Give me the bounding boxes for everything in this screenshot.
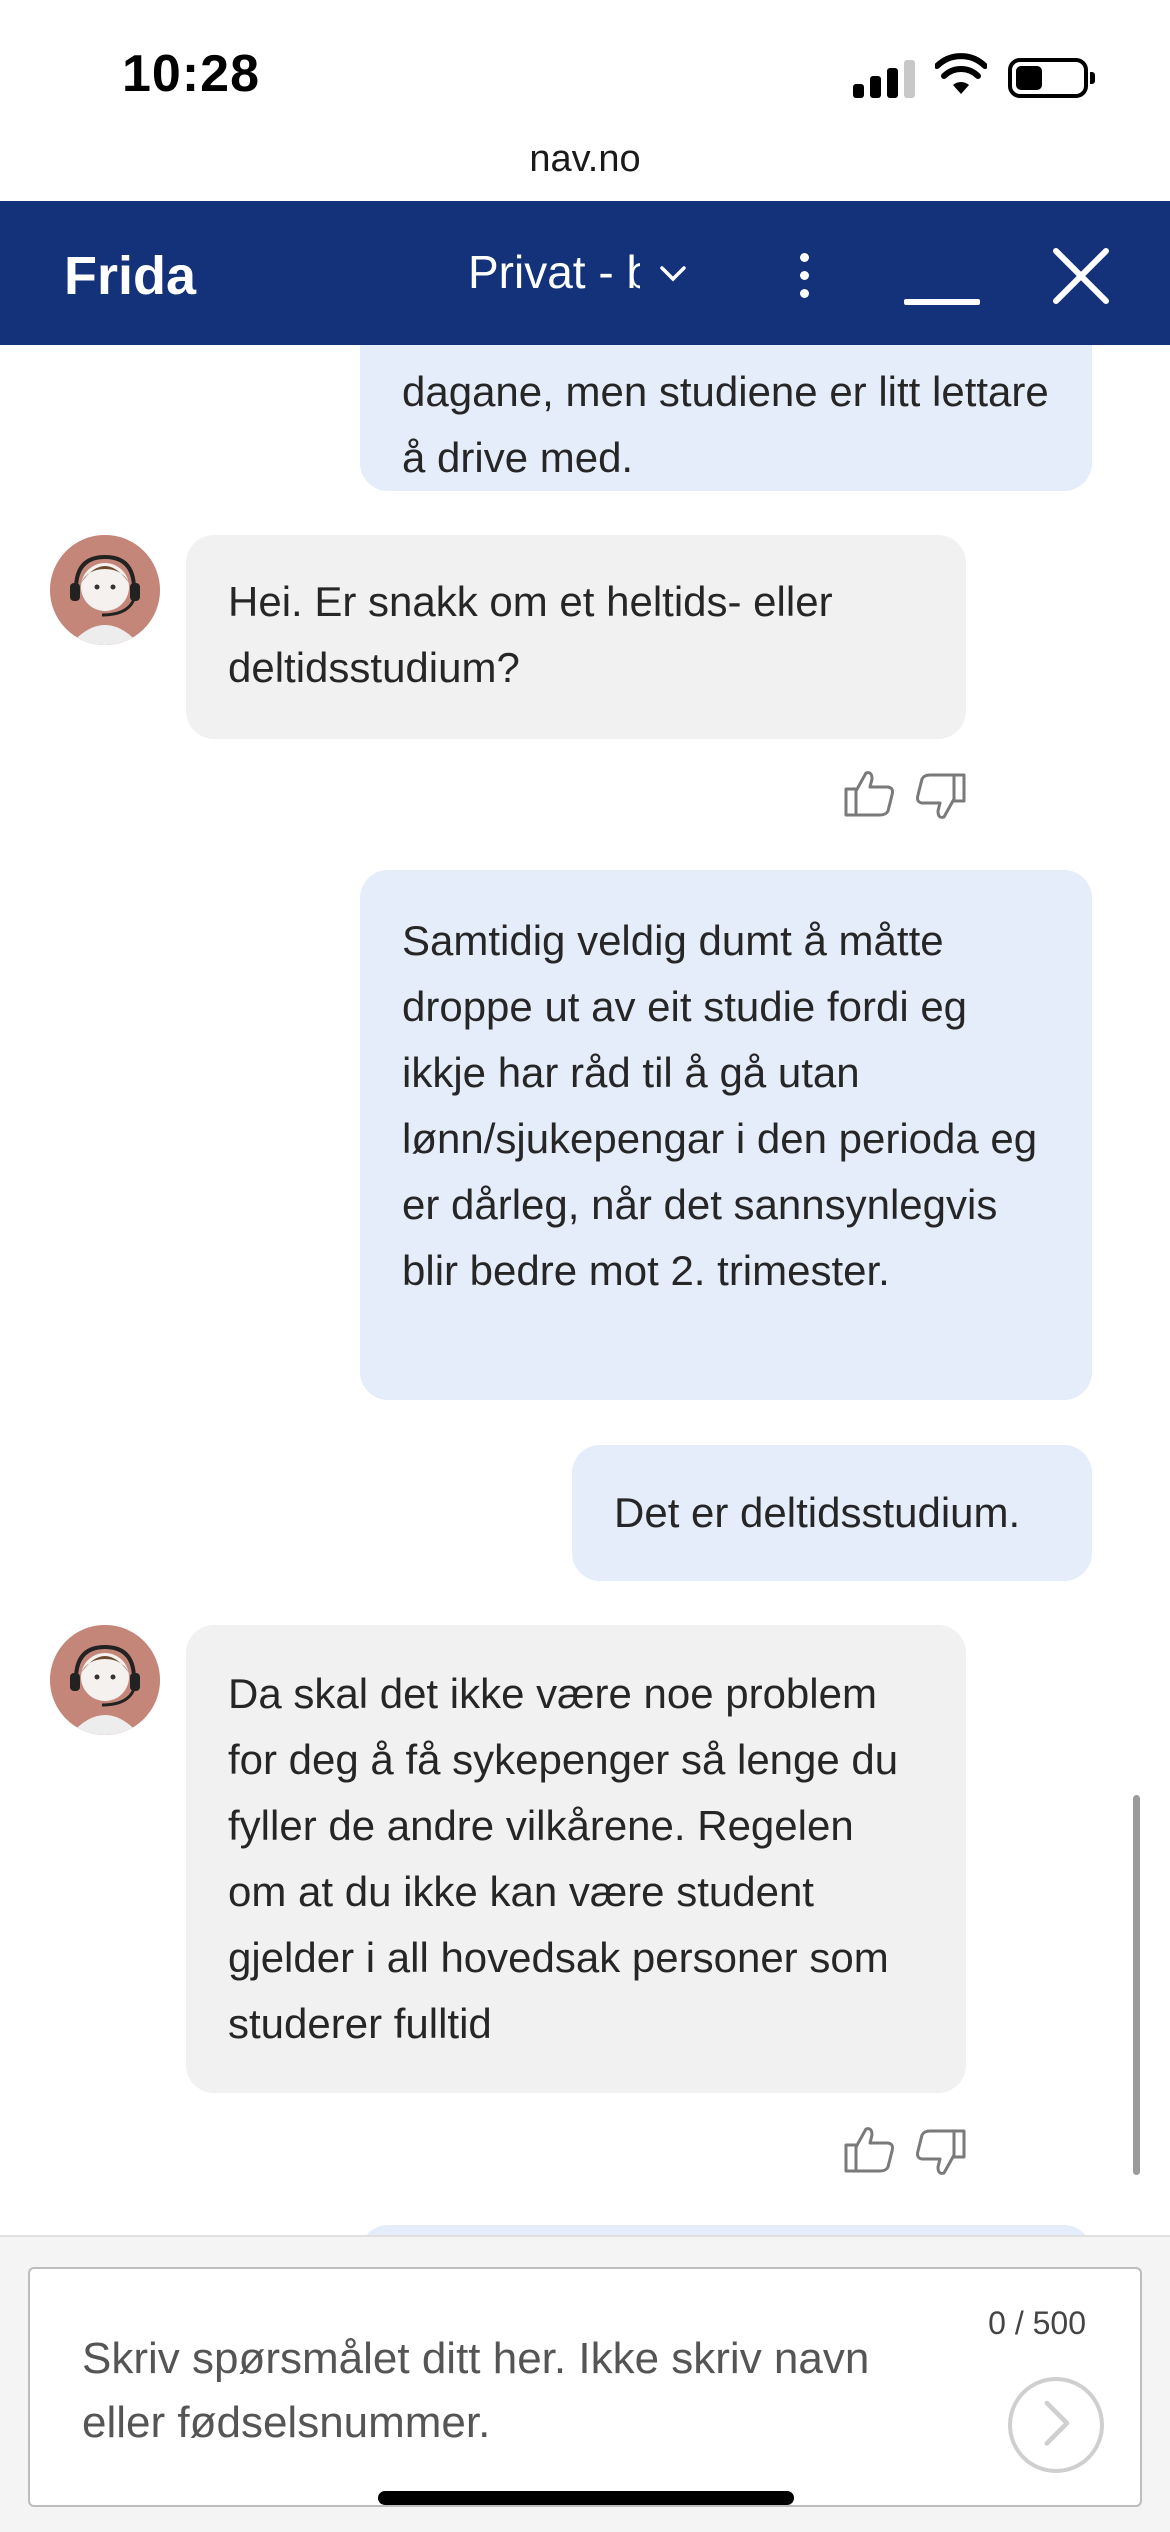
message-text: dagane, men studiene er litt lettare å d… [402,368,1049,481]
message-text: Samtidig veldig dumt å måtte droppe ut a… [402,917,1038,1294]
message-user: Samtidig veldig dumt å måtte droppe ut a… [360,870,1092,1400]
browser-url[interactable]: nav.no [0,138,1170,181]
status-time: 10:28 [122,45,260,103]
message-bot: Da skal det ikke være noe problem for de… [186,1625,966,2093]
message-text: Det er deltidsstudium. [614,1489,1021,1536]
send-arrow-icon [1044,2400,1070,2446]
message-user: Det er deltidsstudium. [572,1445,1092,1581]
composer-area: Skriv spørsmålet ditt her. Ikke skriv na… [0,2235,1170,2532]
wifi-icon [935,53,987,94]
message-user-partial [360,2225,1092,2235]
agent-avatar-icon [50,1625,160,1735]
message-text: Da skal det ikke være noe problem for de… [228,1670,899,2047]
minimize-icon[interactable] [904,299,980,305]
thumbs-down-icon[interactable] [914,771,968,825]
chat-title: Frida [64,246,197,306]
message-user: dagane, men studiene er litt lettare å d… [360,345,1092,491]
chat-header: Frida Privat - b [0,201,1170,345]
message-bot: Hei. Er snakk om et heltids- eller delti… [186,535,966,739]
signal-icon [853,58,917,98]
home-indicator [378,2491,794,2505]
more-vert-icon[interactable] [784,245,824,305]
close-icon[interactable] [1050,245,1112,307]
send-button[interactable] [1008,2377,1104,2473]
message-input-placeholder[interactable]: Skriv spørsmålet ditt her. Ikke skriv na… [82,2327,902,2455]
chat-scrollbar[interactable] [1133,1795,1140,2175]
thumbs-down-icon[interactable] [914,2127,968,2181]
thumbs-up-icon[interactable] [842,2121,896,2175]
char-counter: 0 / 500 [988,2305,1086,2341]
agent-avatar-icon [50,535,160,645]
message-input[interactable]: Skriv spørsmålet ditt her. Ikke skriv na… [28,2267,1142,2507]
thumbs-up-icon[interactable] [842,765,896,819]
topic-select[interactable]: Privat - b [468,245,640,299]
battery-icon [1008,58,1095,98]
status-bar: 10:28 [0,0,1170,140]
message-text: Hei. Er snakk om et heltids- eller delti… [228,578,833,691]
chat-log[interactable]: dagane, men studiene er litt lettare å d… [0,345,1170,2235]
chevron-down-icon[interactable] [656,257,690,291]
